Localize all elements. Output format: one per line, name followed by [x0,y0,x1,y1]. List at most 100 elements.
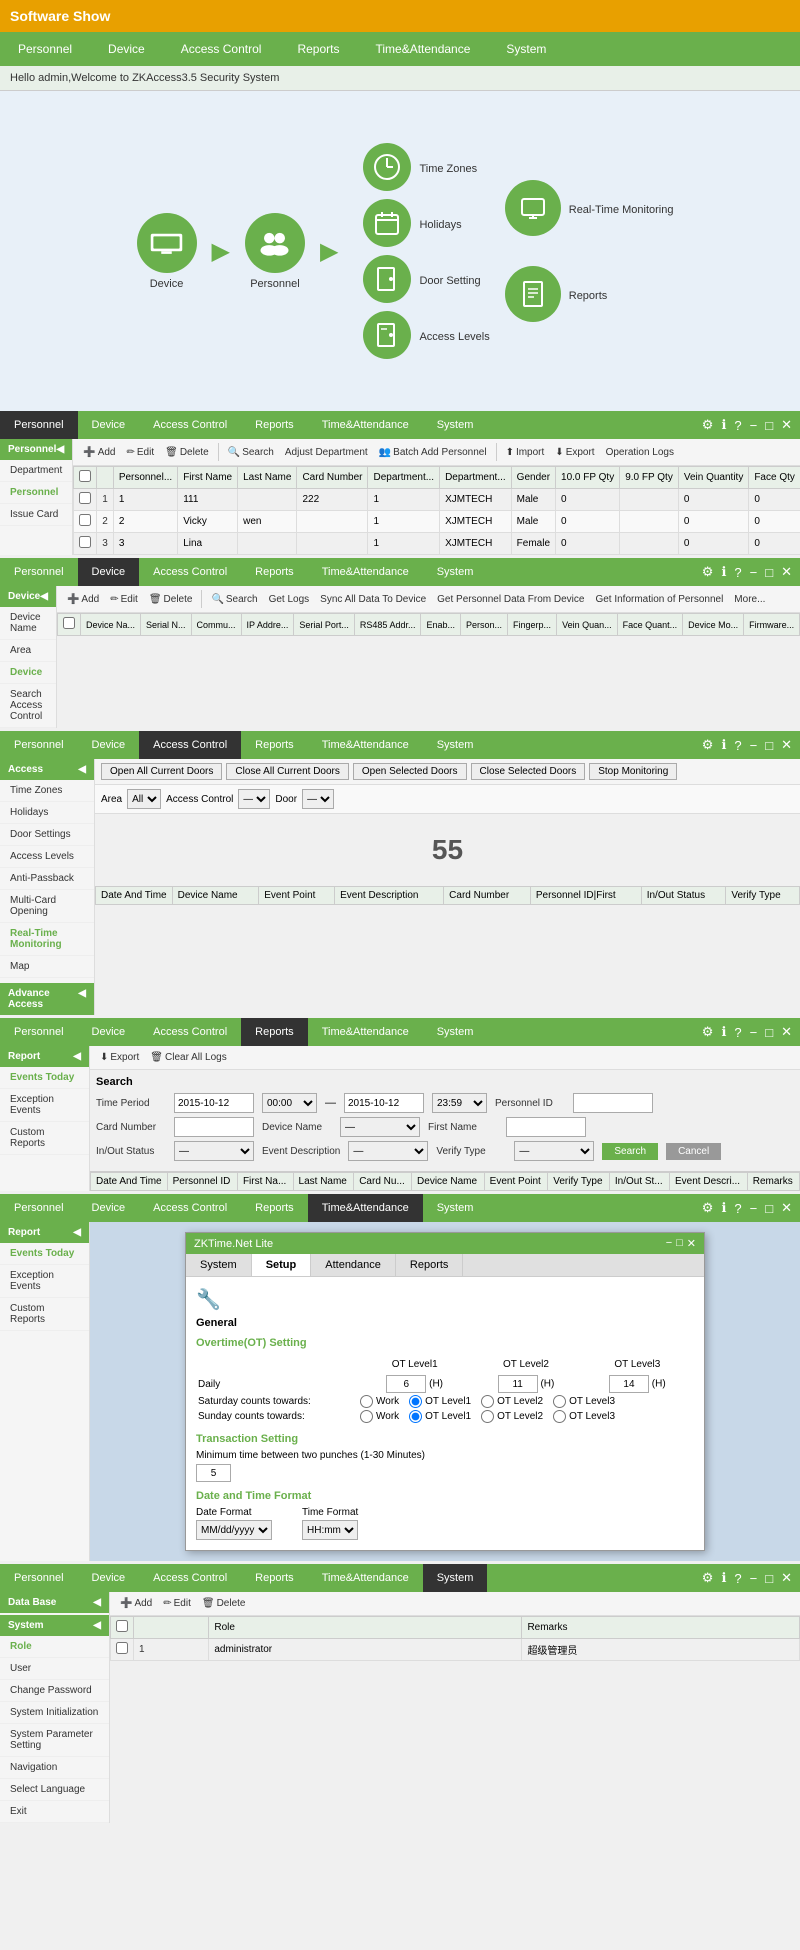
sidebar2-toggle[interactable]: ◀ [78,988,86,1010]
table-row[interactable]: 3 3Lina1XJMTECHFemale000 [74,533,800,555]
search-cancel-btn[interactable]: Cancel [666,1143,721,1160]
info-icon[interactable]: ℹ [718,1022,729,1042]
sun-ot1-label[interactable]: OT Level1 [409,1410,471,1423]
nav-time-attendance[interactable]: Time&Attendance [357,32,488,66]
add-btn[interactable]: ➕ Add [79,445,119,460]
search-btn[interactable]: 🔍 Search [224,445,278,460]
personnel-nav-system[interactable]: System [423,411,488,439]
sidebar-area[interactable]: Area [0,640,56,662]
sidebar-ta-exception[interactable]: Exception Events [0,1265,89,1298]
sidebar-holidays[interactable]: Holidays [0,802,94,824]
gear-icon[interactable]: ⚙ [699,1568,717,1588]
rep-nav-system[interactable]: System [423,1018,488,1046]
open-all-doors-btn[interactable]: Open All Current Doors [101,763,222,780]
restore-icon[interactable]: □ [762,563,776,582]
get-info-btn[interactable]: Get Information of Personnel [591,592,727,607]
sidebar-access-levels[interactable]: Access Levels [0,846,94,868]
gear-icon[interactable]: ⚙ [699,562,717,582]
sys-add-btn[interactable]: ➕ Add [116,1596,156,1611]
close-icon[interactable]: ✕ [778,1198,795,1218]
ta-nav-system[interactable]: System [423,1194,488,1222]
sat-ot2-radio[interactable] [481,1395,494,1408]
firstname-input[interactable] [506,1117,586,1137]
sidebar-user[interactable]: User [0,1658,109,1680]
sat-work-label[interactable]: Work [360,1395,399,1408]
device-nav-time[interactable]: Time&Attendance [308,558,423,586]
sys-nav-access[interactable]: Access Control [139,1564,241,1592]
rep-nav-access[interactable]: Access Control [139,1018,241,1046]
sat-ot1-label[interactable]: OT Level1 [409,1395,471,1408]
ac-nav-device[interactable]: Device [78,731,140,759]
help-icon[interactable]: ? [731,1023,744,1042]
modal-nav-system[interactable]: System [186,1254,252,1276]
device-nav-access[interactable]: Access Control [139,558,241,586]
sun-work-radio[interactable] [360,1410,373,1423]
time-end-time[interactable]: 23:59 [432,1093,487,1113]
sidebar-multicard[interactable]: Multi-Card Opening [0,890,94,923]
sun-ot2-label[interactable]: OT Level2 [481,1410,543,1423]
time-start-input[interactable] [174,1093,254,1113]
device-nav-reports[interactable]: Reports [241,558,308,586]
op-logs-btn[interactable]: Operation Logs [602,445,678,460]
sidebar-toggle[interactable]: ◀ [73,1227,81,1238]
date-format-select[interactable]: MM/dd/yyyy [196,1520,272,1540]
modal-nav-setup[interactable]: Setup [252,1254,312,1276]
sidebar-realtime[interactable]: Real-Time Monitoring [0,923,94,956]
close-icon[interactable]: ✕ [778,1568,795,1588]
gear-icon[interactable]: ⚙ [699,1022,717,1042]
import-btn[interactable]: ⬆ Import [502,445,549,460]
sidebar-language[interactable]: Select Language [0,1779,109,1801]
minimize-icon[interactable]: − [747,1199,761,1218]
sidebar-sys-init[interactable]: System Initialization [0,1702,109,1724]
daily-level2-input[interactable] [498,1375,538,1393]
sidebar-anti-passback[interactable]: Anti-Passback [0,868,94,890]
sys-nav-time[interactable]: Time&Attendance [308,1564,423,1592]
time-format-select[interactable]: HH:mm [302,1520,358,1540]
sidebar-exit[interactable]: Exit [0,1801,109,1823]
restore-icon[interactable]: □ [762,1569,776,1588]
sync-all-btn[interactable]: Sync All Data To Device [316,592,430,607]
gear-icon[interactable]: ⚙ [699,735,717,755]
device-edit-btn[interactable]: ✏ Edit [106,592,142,607]
verify-type-select[interactable]: — [514,1141,594,1161]
minimize-icon[interactable]: − [747,736,761,755]
device-delete-btn[interactable]: 🗑 Delete [145,592,197,607]
sun-ot3-label[interactable]: OT Level3 [553,1410,615,1423]
gear-icon[interactable]: ⚙ [699,415,717,435]
info-icon[interactable]: ℹ [718,1568,729,1588]
sidebar-toggle[interactable]: ◀ [93,1597,101,1608]
rep-nav-personnel[interactable]: Personnel [0,1018,78,1046]
sun-ot3-radio[interactable] [553,1410,566,1423]
modal-close[interactable]: ✕ [687,1237,696,1250]
search-submit-btn[interactable]: Search [602,1143,658,1160]
info-icon[interactable]: ℹ [718,735,729,755]
table-row[interactable]: 1 11112221XJMTECHMale000 [74,489,800,511]
device-search-btn[interactable]: 🔍 Search [207,592,261,607]
modal-nav-attendance[interactable]: Attendance [311,1254,396,1276]
ac-nav-system[interactable]: System [423,731,488,759]
nav-access-control[interactable]: Access Control [163,32,280,66]
sidebar-toggle[interactable]: ◀ [78,764,86,775]
event-desc-select[interactable]: — [348,1141,428,1161]
select-all-checkbox[interactable] [79,470,91,482]
ac-nav-time[interactable]: Time&Attendance [308,731,423,759]
rep-clear-btn[interactable]: 🗑 Clear All Logs [146,1050,230,1065]
table-row[interactable]: 2 2Vickywen1XJMTECHMale000 [74,511,800,533]
help-icon[interactable]: ? [731,1199,744,1218]
sun-work-label[interactable]: Work [360,1410,399,1423]
sidebar-custom[interactable]: Custom Reports [0,1122,89,1155]
time-end-input[interactable] [344,1093,424,1113]
edit-btn[interactable]: ✏ Edit [123,445,159,460]
rep-nav-device[interactable]: Device [78,1018,140,1046]
daily-level3-input[interactable] [609,1375,649,1393]
minimize-icon[interactable]: − [747,1569,761,1588]
personnel-nav-personnel[interactable]: Personnel [0,411,78,439]
batch-add-btn[interactable]: 👥 Batch Add Personnel [375,445,491,460]
minimize-icon[interactable]: − [747,563,761,582]
gear-icon[interactable]: ⚙ [699,1198,717,1218]
sat-work-radio[interactable] [360,1395,373,1408]
close-icon[interactable]: ✕ [778,735,795,755]
sys-nav-device[interactable]: Device [78,1564,140,1592]
device-name-select[interactable]: — [340,1117,420,1137]
sun-ot1-radio[interactable] [409,1410,422,1423]
